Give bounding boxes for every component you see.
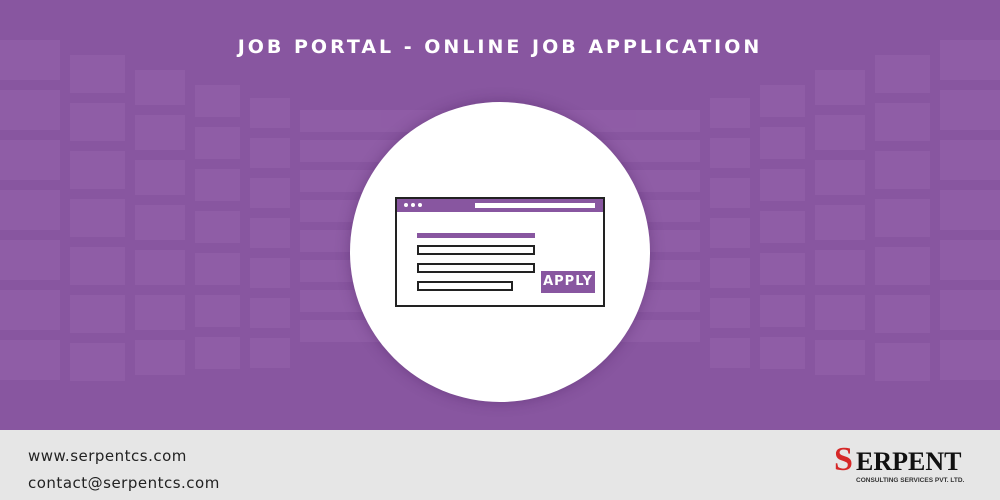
window-titlebar [397,199,603,212]
form-heading-bar [417,233,535,238]
svg-text:CONSULTING SERVICES PVT. LTD.: CONSULTING SERVICES PVT. LTD. [856,477,965,484]
website-link[interactable]: www.serpentcs.com [28,447,187,465]
address-bar [475,203,595,208]
page-title: JOB PORTAL - ONLINE JOB APPLICATION [237,36,763,58]
svg-text:ERPENT: ERPENT [856,447,961,476]
footer: www.serpentcs.com contact@serpentcs.com … [0,430,1000,500]
window-dot-icon [418,203,422,207]
form-field [417,263,535,273]
serpent-logo: S ERPENT CONSULTING SERVICES PVT. LTD. [832,440,972,492]
apply-button: APPLY [541,271,595,293]
browser-window-icon: APPLY [395,197,605,307]
hero-banner: JOB PORTAL - ONLINE JOB APPLICATION APPL… [0,0,1000,430]
window-dot-icon [411,203,415,207]
svg-text:S: S [834,441,853,478]
window-dot-icon [404,203,408,207]
form-field [417,245,535,255]
form-field [417,281,513,291]
email-link[interactable]: contact@serpentcs.com [28,474,220,492]
